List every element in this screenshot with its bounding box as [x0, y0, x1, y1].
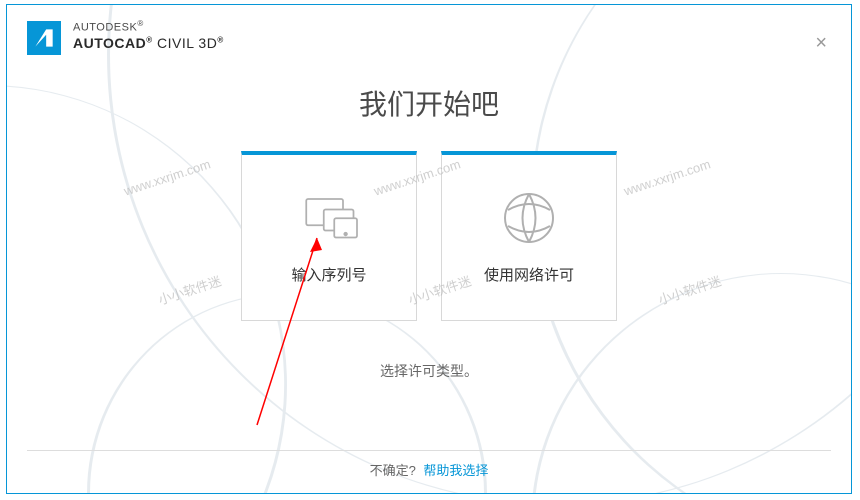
- help-choose-link[interactable]: 帮助我选择: [423, 463, 488, 478]
- autodesk-logo: [27, 21, 61, 55]
- registered-icon: ®: [217, 35, 223, 44]
- installer-window: AUTODESK® AUTOCAD® CIVIL 3D® × 我们开始吧: [6, 4, 852, 494]
- brand-text: AUTODESK® AUTOCAD® CIVIL 3D®: [73, 19, 224, 52]
- footer-question: 不确定?: [370, 463, 416, 478]
- brand-top: AUTODESK: [73, 22, 137, 34]
- divider: [27, 450, 831, 451]
- registered-icon: ®: [137, 19, 143, 28]
- registered-icon: ®: [146, 35, 152, 44]
- devices-icon: [294, 191, 364, 246]
- option-enter-serial[interactable]: 输入序列号: [241, 151, 417, 321]
- subtitle: 选择许可类型。: [7, 361, 851, 381]
- option-serial-label: 输入序列号: [291, 264, 366, 285]
- close-button[interactable]: ×: [815, 33, 827, 53]
- brand-bold: AUTOCAD: [73, 35, 146, 51]
- globe-icon: [494, 191, 564, 246]
- brand-thin: CIVIL 3D: [157, 35, 217, 51]
- option-network-label: 使用网络许可: [484, 264, 574, 285]
- option-network-license[interactable]: 使用网络许可: [441, 151, 617, 321]
- header: AUTODESK® AUTOCAD® CIVIL 3D® ×: [7, 5, 851, 65]
- footer: 不确定? 帮助我选择: [7, 460, 851, 479]
- page-title: 我们开始吧: [7, 83, 851, 123]
- main-content: 我们开始吧 输入序列号: [7, 65, 851, 381]
- license-options: 输入序列号 使用网络许可: [7, 151, 851, 321]
